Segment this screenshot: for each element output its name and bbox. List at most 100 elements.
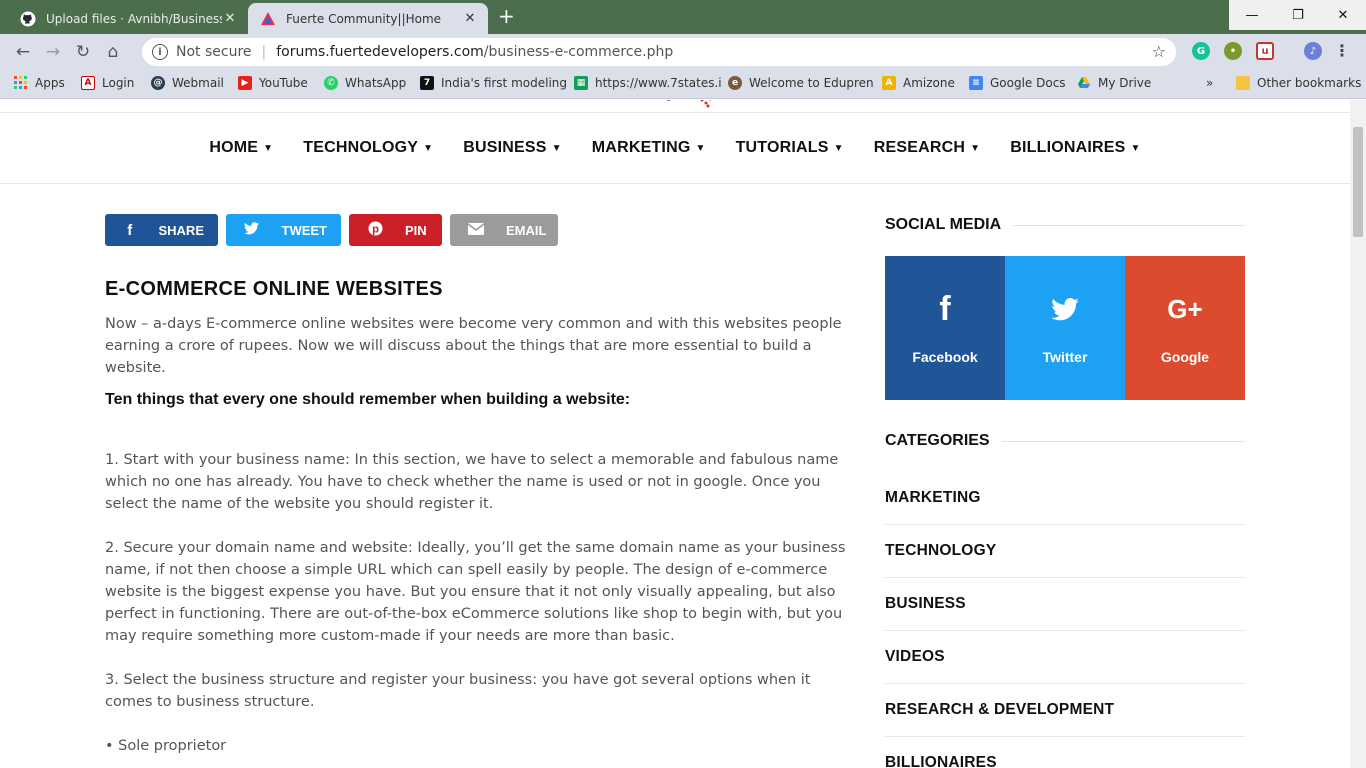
- new-tab-icon[interactable]: +: [498, 6, 515, 26]
- bookmark-youtube[interactable]: ▶ YouTube: [238, 76, 308, 90]
- restore-icon[interactable]: ❐: [1275, 0, 1321, 30]
- bookmark-amizone[interactable]: A Amizone: [882, 76, 955, 90]
- other-bookmarks-label: Other bookmarks: [1257, 76, 1362, 90]
- browser-toolbar: ← → ↻ ⌂ i Not secure | forums.fuertedeve…: [0, 34, 1366, 70]
- tab-title: Upload files · Avnibh/Business-Bl: [46, 11, 222, 26]
- bookmark-label: WhatsApp: [345, 76, 407, 90]
- bookmark-modeling[interactable]: 7 India's first modeling: [420, 76, 567, 90]
- heading-divider: [1013, 224, 1245, 226]
- grammarly-icon[interactable]: G: [1192, 42, 1210, 60]
- nav-technology[interactable]: TECHNOLOGY ▼: [303, 139, 433, 157]
- category-billionaires[interactable]: BILLIONAIRES: [885, 737, 1245, 768]
- close-icon[interactable]: ✕: [222, 11, 238, 26]
- nav-label: RESEARCH: [873, 139, 966, 156]
- social-media-grid: f Facebook Twitter G+ Google: [885, 256, 1245, 400]
- docs-icon: ≡: [969, 76, 983, 90]
- article-bullet: • Sole proprietor: [105, 738, 227, 754]
- article-point-3: 3. Select the business structure and reg…: [105, 672, 811, 710]
- bookmark-my-drive[interactable]: My Drive: [1077, 76, 1151, 90]
- category-list: MARKETING TECHNOLOGY BUSINESS VIDEOS RES…: [885, 472, 1245, 768]
- reload-icon[interactable]: ↻: [68, 37, 98, 67]
- bookmark-webmail[interactable]: @ Webmail: [151, 76, 224, 90]
- nav-business[interactable]: BUSINESS ▼: [463, 139, 562, 157]
- twitter-tile[interactable]: Twitter: [1005, 256, 1125, 400]
- bookmark-login[interactable]: A Login: [81, 76, 134, 90]
- svg-text:p: p: [372, 223, 379, 235]
- bookmark-label: My Drive: [1098, 76, 1152, 90]
- close-icon[interactable]: ✕: [462, 11, 478, 26]
- url-domain: forums.fuertedevelopers.com: [276, 44, 484, 60]
- category-marketing[interactable]: MARKETING: [885, 472, 1245, 525]
- tab-github[interactable]: Upload files · Avnibh/Business-Bl ✕: [8, 3, 248, 34]
- nav-tutorials[interactable]: TUTORIALS ▼: [736, 139, 844, 157]
- info-icon[interactable]: i: [152, 44, 168, 60]
- nav-label: BUSINESS: [463, 139, 547, 156]
- shield-extension-icon[interactable]: u: [1256, 42, 1274, 60]
- bookmark-star-icon[interactable]: ☆: [1152, 42, 1166, 61]
- youtube-icon: ▶: [238, 76, 252, 90]
- pinterest-pin-button[interactable]: p PIN: [349, 214, 442, 246]
- forward-arrow-icon[interactable]: →: [38, 37, 68, 67]
- edupren-icon: e: [728, 76, 742, 90]
- amizone-icon: A: [882, 76, 896, 90]
- caret-down-icon: ▼: [833, 142, 844, 154]
- home-icon[interactable]: ⌂: [98, 37, 128, 67]
- twitter-icon: [1051, 291, 1079, 327]
- extension-icon[interactable]: •: [1224, 42, 1242, 60]
- article-title: E-COMMERCE ONLINE WEBSITES: [105, 278, 443, 300]
- address-separator: |: [261, 44, 267, 60]
- nav-marketing[interactable]: MARKETING ▼: [592, 139, 706, 157]
- scrollbar-thumb[interactable]: [1353, 127, 1363, 237]
- bookmark-label: Login: [102, 76, 135, 90]
- other-bookmarks[interactable]: Other bookmarks: [1236, 76, 1361, 90]
- address-bar[interactable]: i Not secure | forums.fuertedevelopers.c…: [142, 38, 1176, 66]
- nav-research[interactable]: RESEARCH ▼: [874, 139, 981, 157]
- bookmark-apps[interactable]: Apps: [14, 76, 65, 90]
- bookmarks-overflow[interactable]: »: [1206, 76, 1213, 90]
- article-intro: Now – a-days E-commerce online websites …: [105, 316, 842, 376]
- page-scrollbar[interactable]: [1350, 100, 1366, 768]
- bookmark-whatsapp[interactable]: ✆ WhatsApp: [324, 76, 406, 90]
- window-close-icon[interactable]: ✕: [1320, 0, 1366, 30]
- menu-icon[interactable]: ⋮: [1334, 41, 1350, 60]
- web-page: HOME ▼ TECHNOLOGY ▼ BUSINESS ▼ MARKETING ▼ T…: [0, 100, 1350, 768]
- share-label: EMAIL: [506, 222, 547, 238]
- facebook-share-button[interactable]: f SHARE: [105, 214, 218, 246]
- article-body: E-COMMERCE ONLINE WEBSITES Now – a-days …: [105, 278, 855, 768]
- caret-down-icon: ▼: [695, 142, 706, 154]
- github-icon: [20, 11, 36, 27]
- bookmark-label: Amizone: [903, 76, 955, 90]
- category-business[interactable]: BUSINESS: [885, 578, 1245, 631]
- category-technology[interactable]: TECHNOLOGY: [885, 525, 1245, 578]
- nav-label: HOME: [209, 139, 259, 156]
- social-media-heading: SOCIAL MEDIA: [885, 212, 1245, 238]
- nav-billionaires[interactable]: BILLIONAIRES ▼: [1010, 139, 1140, 157]
- site-logo[interactable]: [660, 100, 720, 108]
- facebook-tile[interactable]: f Facebook: [885, 256, 1005, 400]
- nav-label: TUTORIALS: [735, 139, 829, 156]
- tab-fuerte[interactable]: Fuerte Community||Home ✕: [248, 3, 488, 34]
- back-arrow-icon[interactable]: ←: [8, 37, 38, 67]
- email-share-button[interactable]: EMAIL: [450, 214, 558, 246]
- google-plus-icon: G+: [1167, 293, 1203, 324]
- article-point-1: 1. Start with your business name: In thi…: [105, 452, 839, 512]
- heading-label: CATEGORIES: [885, 432, 990, 449]
- nav-label: TECHNOLOGY: [303, 139, 419, 156]
- bookmark-label: YouTube: [259, 76, 308, 90]
- heading-divider: [1001, 440, 1245, 442]
- article-subheading: Ten things that every one should remembe…: [105, 391, 631, 408]
- security-label: Not secure: [176, 44, 252, 60]
- nav-label: BILLIONAIRES: [1010, 139, 1126, 156]
- category-videos[interactable]: VIDEOS: [885, 631, 1245, 684]
- bookmark-7states[interactable]: ▦ https://www.7states.i: [574, 76, 722, 90]
- profile-avatar-icon[interactable]: ♪: [1304, 42, 1322, 60]
- heading-label: SOCIAL MEDIA: [885, 216, 1002, 233]
- bookmark-google-docs[interactable]: ≡ Google Docs: [969, 76, 1066, 90]
- minimize-icon[interactable]: —: [1229, 0, 1275, 30]
- category-research-development[interactable]: RESEARCH & DEVELOPMENT: [885, 684, 1245, 737]
- bookmark-edupren[interactable]: e Welcome to Edupren: [728, 76, 874, 90]
- twitter-icon: [244, 221, 260, 239]
- nav-home[interactable]: HOME ▼: [209, 139, 273, 157]
- twitter-tweet-button[interactable]: TWEET: [226, 214, 341, 246]
- google-plus-tile[interactable]: G+ Google: [1125, 256, 1245, 400]
